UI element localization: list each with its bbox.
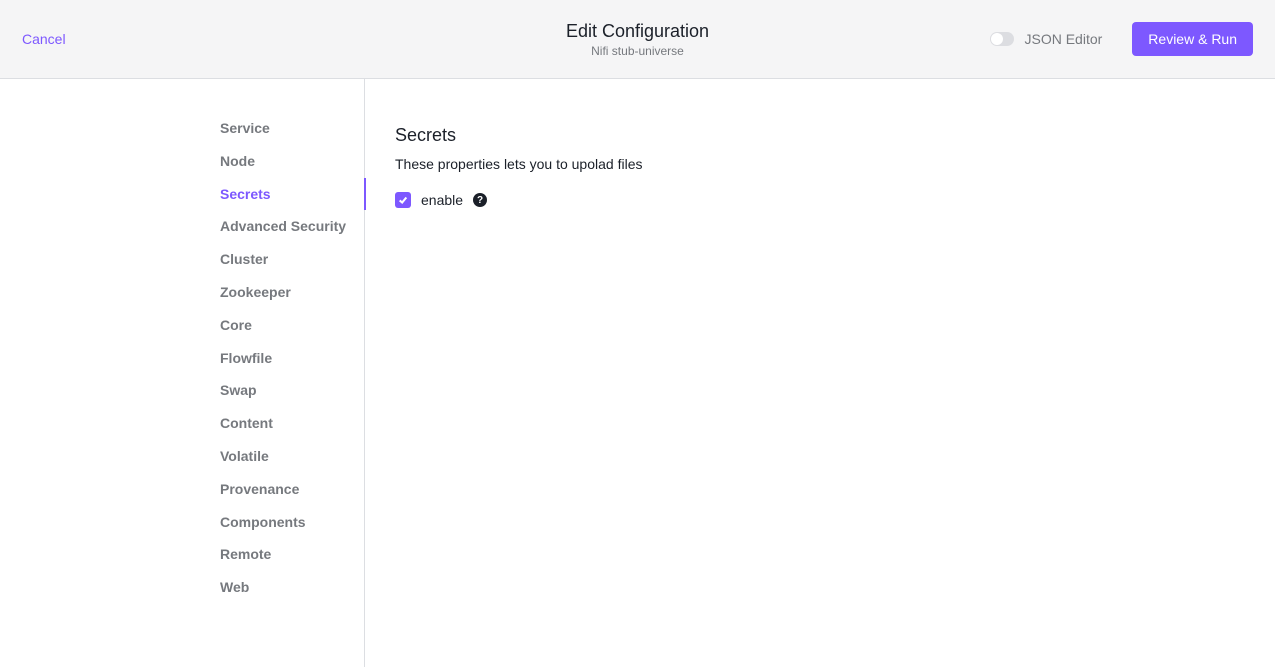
sidebar-item-core[interactable]: Core <box>220 309 365 342</box>
enable-label: enable <box>421 192 463 208</box>
page-body: Service Node Secrets Advanced Security C… <box>0 79 1275 667</box>
checkmark-icon <box>398 195 408 205</box>
header-left: Cancel <box>22 31 66 47</box>
sidebar-item-provenance[interactable]: Provenance <box>220 473 365 506</box>
page-title: Edit Configuration <box>566 21 709 42</box>
header-center: Edit Configuration Nifi stub-universe <box>566 21 709 58</box>
sidebar-item-volatile[interactable]: Volatile <box>220 440 365 473</box>
sidebar-item-node[interactable]: Node <box>220 145 365 178</box>
page-subtitle: Nifi stub-universe <box>566 44 709 58</box>
sidebar-item-service[interactable]: Service <box>220 112 365 145</box>
enable-row: enable ? <box>395 192 1245 208</box>
sidebar-item-advanced-security[interactable]: Advanced Security <box>220 210 365 243</box>
page-header: Cancel Edit Configuration Nifi stub-univ… <box>0 0 1275 79</box>
review-run-button[interactable]: Review & Run <box>1132 22 1253 56</box>
sidebar-list: Service Node Secrets Advanced Security C… <box>220 112 365 604</box>
json-editor-label: JSON Editor <box>1024 31 1102 47</box>
sidebar-item-content[interactable]: Content <box>220 407 365 440</box>
sidebar-item-swap[interactable]: Swap <box>220 374 365 407</box>
sidebar-item-remote[interactable]: Remote <box>220 538 365 571</box>
main-content: Secrets These properties lets you to upo… <box>365 79 1275 667</box>
sidebar: Service Node Secrets Advanced Security C… <box>0 79 365 667</box>
sidebar-item-flowfile[interactable]: Flowfile <box>220 342 365 375</box>
enable-checkbox[interactable] <box>395 192 411 208</box>
sidebar-item-components[interactable]: Components <box>220 506 365 539</box>
cancel-link[interactable]: Cancel <box>22 31 66 47</box>
sidebar-item-cluster[interactable]: Cluster <box>220 243 365 276</box>
json-editor-toggle[interactable] <box>990 32 1014 46</box>
sidebar-item-zookeeper[interactable]: Zookeeper <box>220 276 365 309</box>
sidebar-item-secrets[interactable]: Secrets <box>220 178 365 211</box>
sidebar-item-web[interactable]: Web <box>220 571 365 604</box>
help-icon[interactable]: ? <box>473 193 487 207</box>
section-description: These properties lets you to upolad file… <box>395 156 1245 172</box>
header-right: JSON Editor Review & Run <box>990 22 1253 56</box>
section-title: Secrets <box>395 125 1245 146</box>
json-editor-toggle-group: JSON Editor <box>990 31 1102 47</box>
